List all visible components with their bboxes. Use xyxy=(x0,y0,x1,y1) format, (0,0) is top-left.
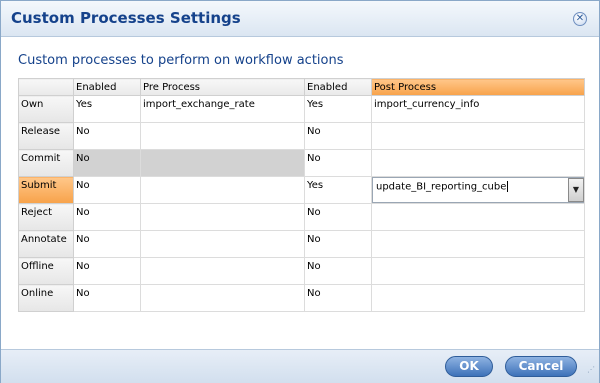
cell-pre-enabled[interactable]: No xyxy=(73,149,141,177)
cancel-button[interactable]: Cancel xyxy=(505,356,577,377)
table-row: Offline No No xyxy=(18,257,585,285)
post-process-input-value: update_BI_reporting_cube xyxy=(376,181,507,193)
table-row: Release No No xyxy=(18,122,585,150)
row-header-annotate[interactable]: Annotate xyxy=(18,230,74,258)
cell-post-enabled[interactable]: Yes xyxy=(304,176,372,204)
post-process-combobox[interactable]: update_BI_reporting_cube xyxy=(372,177,584,203)
dialog-title: Custom Processes Settings xyxy=(11,9,241,27)
row-header-submit[interactable]: Submit xyxy=(18,176,74,204)
dialog-titlebar: Custom Processes Settings ✕ xyxy=(1,1,599,37)
cell-pre-process[interactable] xyxy=(140,122,305,150)
dialog-subtitle: Custom processes to perform on workflow … xyxy=(18,53,344,68)
cell-post-enabled[interactable]: No xyxy=(304,257,372,285)
cell-pre-process[interactable] xyxy=(140,176,305,204)
table-row: Online No No xyxy=(18,284,585,312)
row-header-release[interactable]: Release xyxy=(18,122,74,150)
cell-post-enabled[interactable]: No xyxy=(304,284,372,312)
table-row: Submit No Yes update_BI_reporting_cube ▼ xyxy=(18,176,585,204)
cell-post-process[interactable] xyxy=(371,284,585,312)
cell-post-enabled[interactable]: No xyxy=(304,203,372,231)
cell-pre-enabled[interactable]: No xyxy=(73,284,141,312)
cell-post-enabled[interactable]: Yes xyxy=(304,95,372,123)
ok-button[interactable]: OK xyxy=(445,356,493,377)
chevron-down-icon[interactable]: ▼ xyxy=(568,178,584,202)
cell-post-process[interactable]: import_currency_info xyxy=(371,95,585,123)
resize-grip-icon[interactable]: ⋰ xyxy=(587,365,595,374)
header-pre-process[interactable]: Pre Process xyxy=(140,78,305,96)
cell-pre-enabled[interactable]: No xyxy=(73,230,141,258)
cell-pre-process[interactable] xyxy=(140,284,305,312)
close-icon[interactable]: ✕ xyxy=(573,12,587,26)
processes-grid: Enabled Pre Process Enabled Post Process… xyxy=(18,78,585,312)
row-header-offline[interactable]: Offline xyxy=(18,257,74,285)
row-header-reject[interactable]: Reject xyxy=(18,203,74,231)
table-row: Own Yes import_exchange_rate Yes import_… xyxy=(18,95,585,123)
row-header-commit[interactable]: Commit xyxy=(18,149,74,177)
cell-pre-enabled[interactable]: No xyxy=(73,122,141,150)
cell-post-process[interactable] xyxy=(371,257,585,285)
cell-pre-enabled[interactable]: No xyxy=(73,203,141,231)
table-row: Commit No No xyxy=(18,149,585,177)
cell-post-process[interactable] xyxy=(371,203,585,231)
cell-post-process[interactable] xyxy=(371,149,585,177)
header-enabled-pre[interactable]: Enabled xyxy=(73,78,141,96)
table-row: Reject No No xyxy=(18,203,585,231)
cell-pre-enabled[interactable]: No xyxy=(73,257,141,285)
cell-pre-process[interactable] xyxy=(140,149,305,177)
cell-pre-process[interactable]: import_exchange_rate xyxy=(140,95,305,123)
cell-pre-process[interactable] xyxy=(140,257,305,285)
row-header-online[interactable]: Online xyxy=(18,284,74,312)
cell-post-enabled[interactable]: No xyxy=(304,122,372,150)
header-corner xyxy=(18,78,74,96)
cell-post-process[interactable] xyxy=(371,122,585,150)
cell-post-enabled[interactable]: No xyxy=(304,230,372,258)
cell-post-process[interactable] xyxy=(371,230,585,258)
cell-pre-enabled[interactable]: No xyxy=(73,176,141,204)
grid-header-row: Enabled Pre Process Enabled Post Process xyxy=(18,78,585,96)
cell-pre-enabled[interactable]: Yes xyxy=(73,95,141,123)
table-row: Annotate No No xyxy=(18,230,585,258)
cell-pre-process[interactable] xyxy=(140,230,305,258)
cell-post-enabled[interactable]: No xyxy=(304,149,372,177)
custom-processes-dialog: Custom Processes Settings ✕ Custom proce… xyxy=(0,0,600,383)
header-post-process[interactable]: Post Process xyxy=(371,78,585,96)
row-header-own[interactable]: Own xyxy=(18,95,74,123)
header-enabled-post[interactable]: Enabled xyxy=(304,78,372,96)
cell-pre-process[interactable] xyxy=(140,203,305,231)
dialog-footer: OK Cancel xyxy=(1,349,599,383)
text-caret xyxy=(507,181,509,192)
cell-post-process-editor: update_BI_reporting_cube ▼ xyxy=(371,176,585,204)
